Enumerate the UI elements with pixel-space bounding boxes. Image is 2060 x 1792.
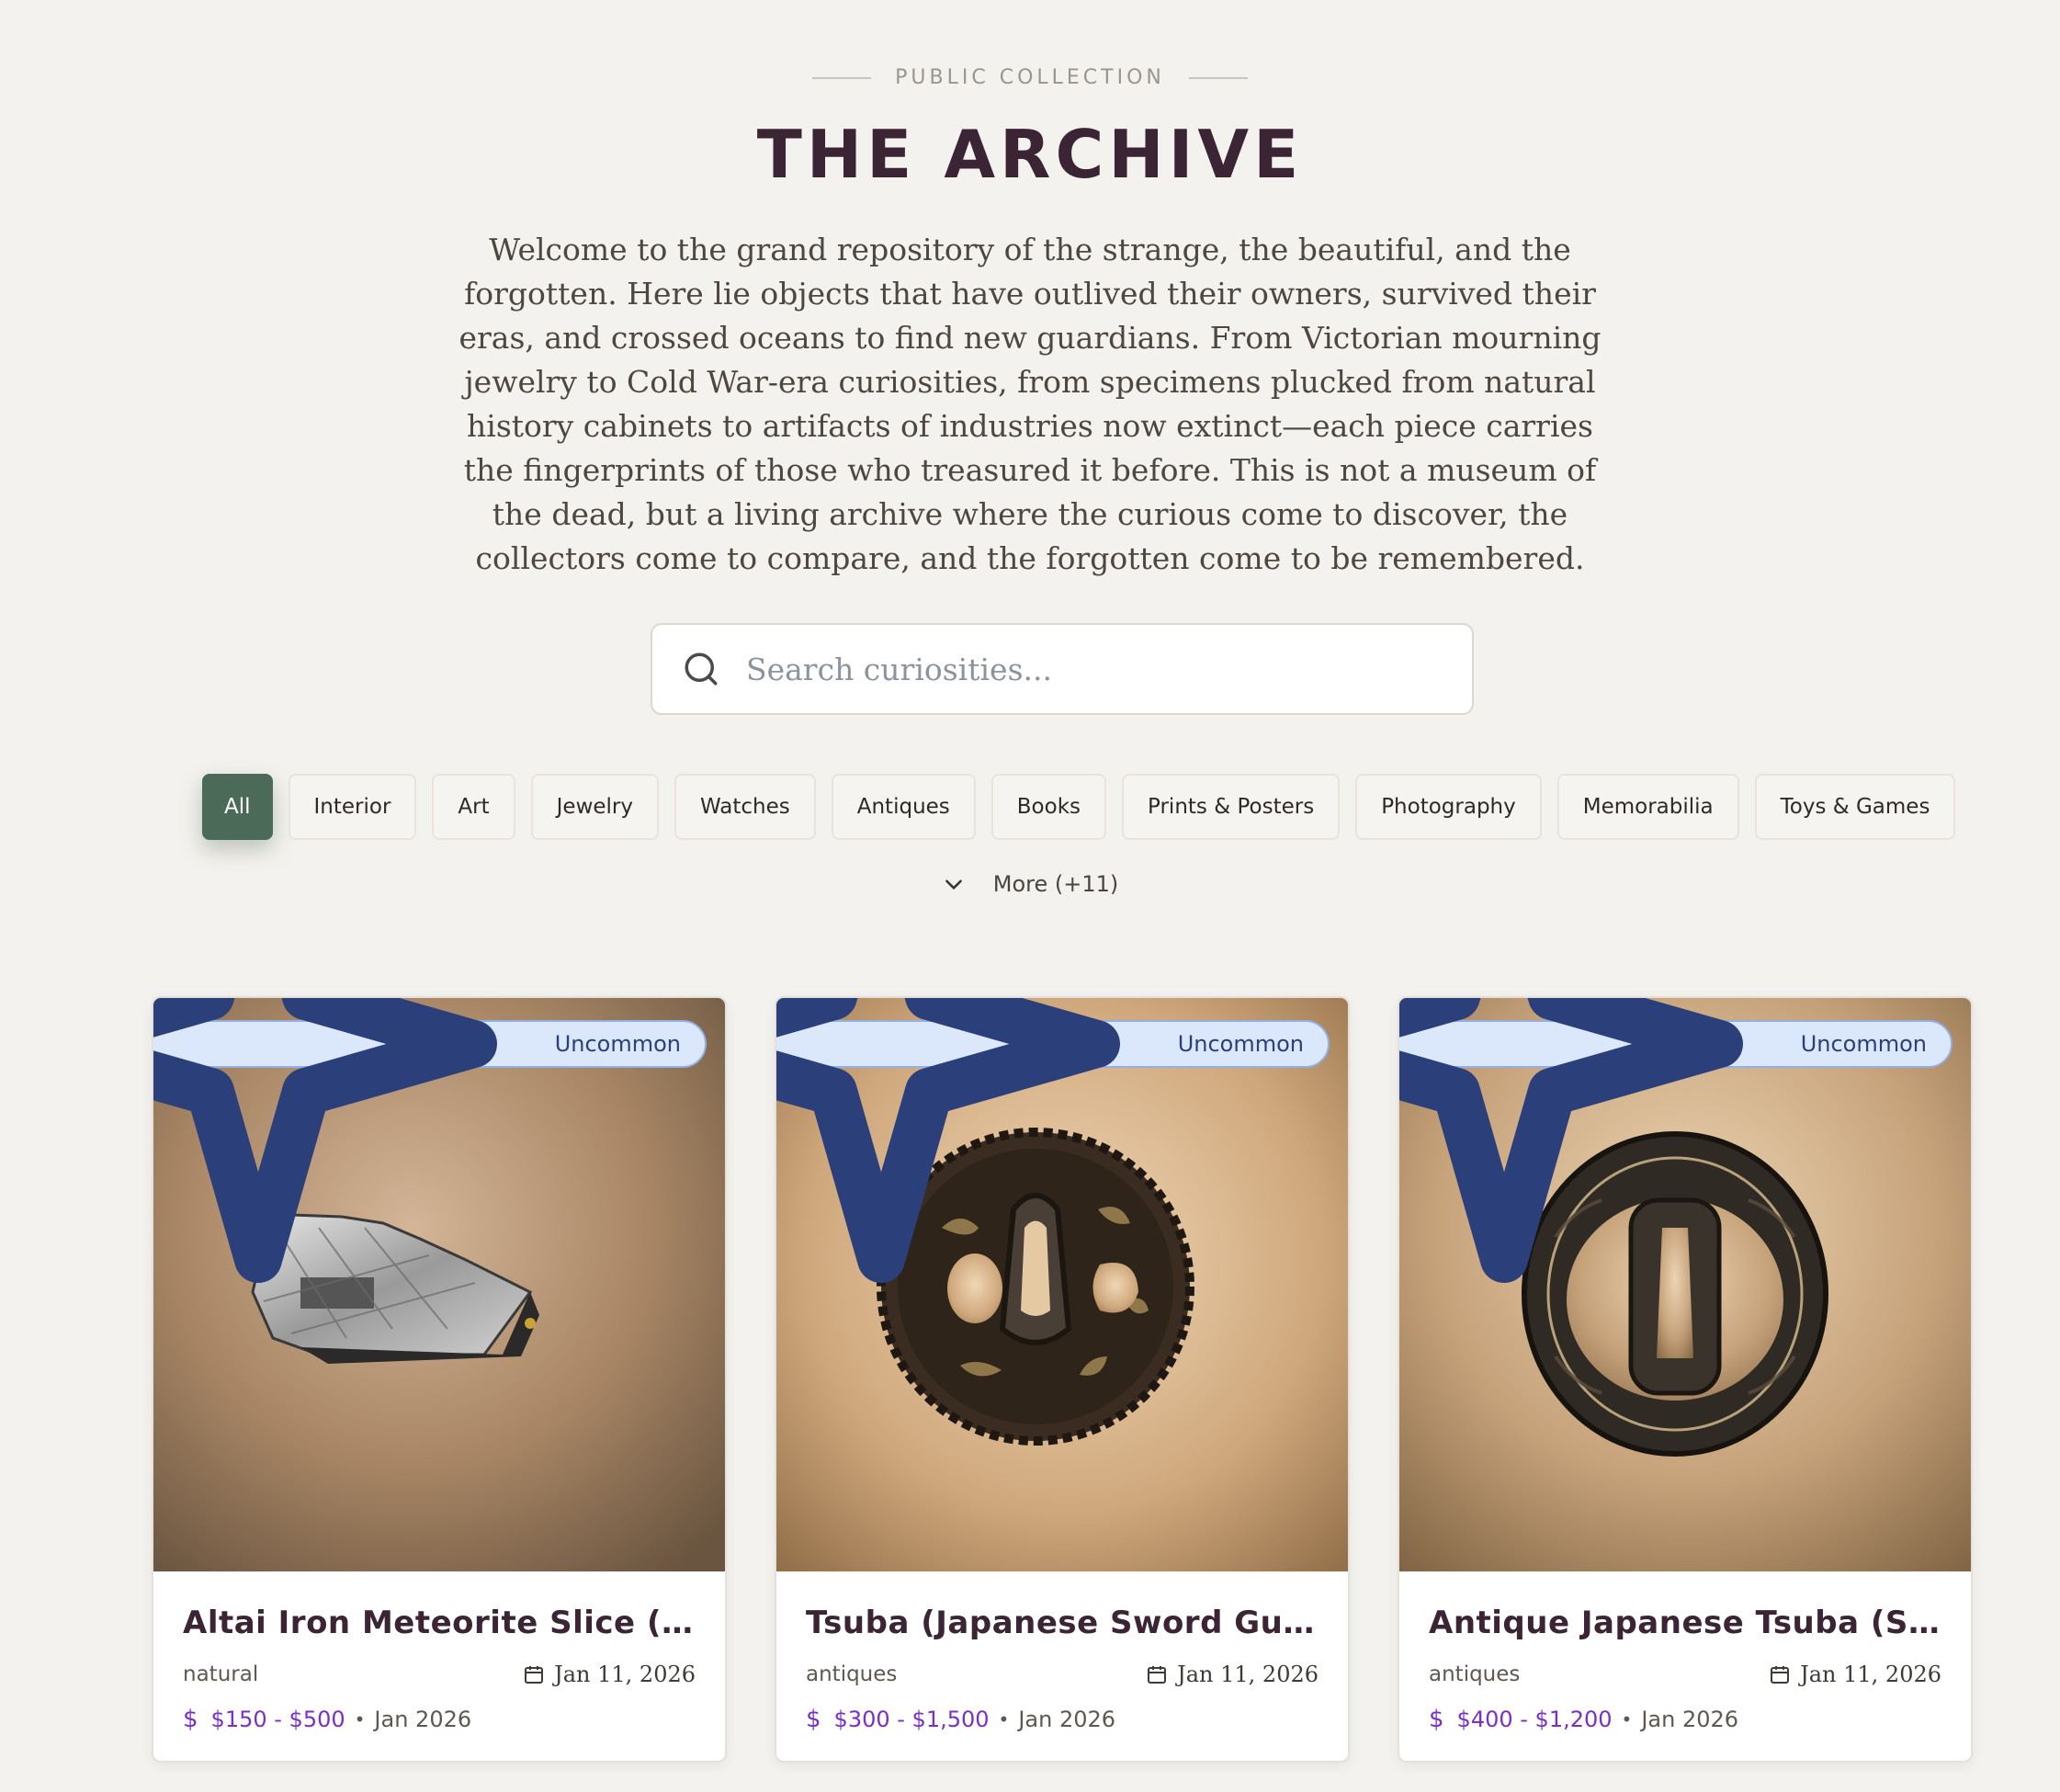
filter-chip-all[interactable]: All [202,774,273,840]
item-price-row: $ $150 - $500 • Jan 2026 [183,1706,696,1733]
item-price-row: $ $400 - $1,200 • Jan 2026 [1429,1706,1941,1733]
item-price-row: $ $300 - $1,500 • Jan 2026 [806,1706,1319,1733]
item-price-range: $400 - $1,200 [1456,1707,1613,1732]
dollar-icon: $ [1429,1706,1444,1733]
item-card[interactable]: Uncommon Altai Iron Meteorite Slice (Wi.… [152,996,727,1763]
eyebrow-label: PUBLIC COLLECTION [895,66,1165,89]
separator-dot: • [1621,1708,1633,1730]
item-card[interactable]: Uncommon Antique Japanese Tsuba (Sw... a… [1398,996,1973,1763]
item-date-text: Jan 11, 2026 [1800,1662,1941,1687]
sparkle-icon [1399,998,1743,1283]
intro-paragraph: Welcome to the grand repository of the s… [458,232,1602,576]
category-filter-bar: All Interior Art Jewelry Watches Antique… [202,774,1956,840]
item-category: natural [183,1662,259,1686]
filter-chip-photography[interactable]: Photography [1355,774,1542,840]
filter-chip-interior[interactable]: Interior [288,774,417,840]
separator-dot: • [998,1708,1010,1730]
eyebrow-rule-right [1188,76,1248,79]
more-categories-toggle[interactable]: More (+11) [0,871,2060,897]
chevron-down-icon [945,879,962,890]
calendar-icon [525,1666,544,1684]
page-title: THE ARCHIVE [756,116,1304,193]
rarity-label: Uncommon [1800,1031,1927,1057]
dollar-icon: $ [183,1706,198,1733]
sparkle-icon [776,998,1120,1283]
filter-chip-watches[interactable]: Watches [674,774,816,840]
calendar-icon [1148,1666,1167,1684]
item-card-body: Altai Iron Meteorite Slice (Wi... natura… [153,1571,725,1733]
item-price-date: Jan 2026 [374,1707,472,1732]
item-date: Jan 11, 2026 [1769,1662,1941,1687]
item-price-range: $150 - $500 [210,1707,345,1732]
separator-dot: • [354,1708,366,1730]
more-categories-label: More (+11) [992,871,1119,897]
item-card-body: Antique Japanese Tsuba (Sw... antiques J… [1399,1571,1971,1733]
search-input[interactable] [746,641,1444,697]
item-card[interactable]: Uncommon Tsuba (Japanese Sword Guar... a… [775,996,1350,1763]
item-date-text: Jan 11, 2026 [1177,1662,1319,1687]
filter-chip-memorabilia[interactable]: Memorabilia [1556,774,1739,840]
filter-chip-art[interactable]: Art [432,774,515,840]
filter-chip-books[interactable]: Books [990,774,1107,840]
item-category: antiques [1429,1662,1521,1686]
item-category: antiques [806,1662,898,1686]
item-date: Jan 11, 2026 [523,1662,696,1687]
rarity-label: Uncommon [554,1031,681,1057]
sparkle-icon [153,998,497,1283]
item-price-range: $300 - $1,500 [833,1707,990,1732]
item-image[interactable]: Uncommon [1399,998,1971,1571]
calendar-icon [1771,1666,1790,1684]
rarity-badge: Uncommon [1399,998,1952,1283]
item-title[interactable]: Altai Iron Meteorite Slice (Wi... [183,1605,699,1641]
rarity-badge: Uncommon [153,998,707,1283]
item-price-date: Jan 2026 [1641,1707,1739,1732]
item-title[interactable]: Antique Japanese Tsuba (Sw... [1429,1605,1945,1641]
filter-chip-prints-posters[interactable]: Prints & Posters [1122,774,1341,840]
filter-chip-antiques[interactable]: Antiques [831,774,976,840]
item-meta: antiques Jan 11, 2026 [806,1662,1319,1687]
filter-chip-toys-games[interactable]: Toys & Games [1754,774,1956,840]
filter-chip-jewelry[interactable]: Jewelry [530,774,659,840]
item-card-body: Tsuba (Japanese Sword Guar... antiques J… [776,1571,1348,1733]
eyebrow-rule-left [812,76,872,79]
item-grid: Uncommon Altai Iron Meteorite Slice (Wi.… [152,996,1973,1763]
item-price-date: Jan 2026 [1018,1707,1116,1732]
item-date-text: Jan 11, 2026 [554,1662,696,1687]
dollar-icon: $ [806,1706,821,1733]
item-image[interactable]: Uncommon [776,998,1348,1571]
item-image[interactable]: Uncommon [153,998,725,1571]
rarity-label: Uncommon [1177,1031,1304,1057]
item-date: Jan 11, 2026 [1146,1662,1319,1687]
rarity-badge: Uncommon [776,998,1330,1283]
item-title[interactable]: Tsuba (Japanese Sword Guar... [806,1605,1322,1641]
section-eyebrow: PUBLIC COLLECTION [0,66,2060,89]
item-meta: antiques Jan 11, 2026 [1429,1662,1941,1687]
search-icon [685,652,718,686]
search-box[interactable] [651,623,1474,715]
item-meta: natural Jan 11, 2026 [183,1662,696,1687]
